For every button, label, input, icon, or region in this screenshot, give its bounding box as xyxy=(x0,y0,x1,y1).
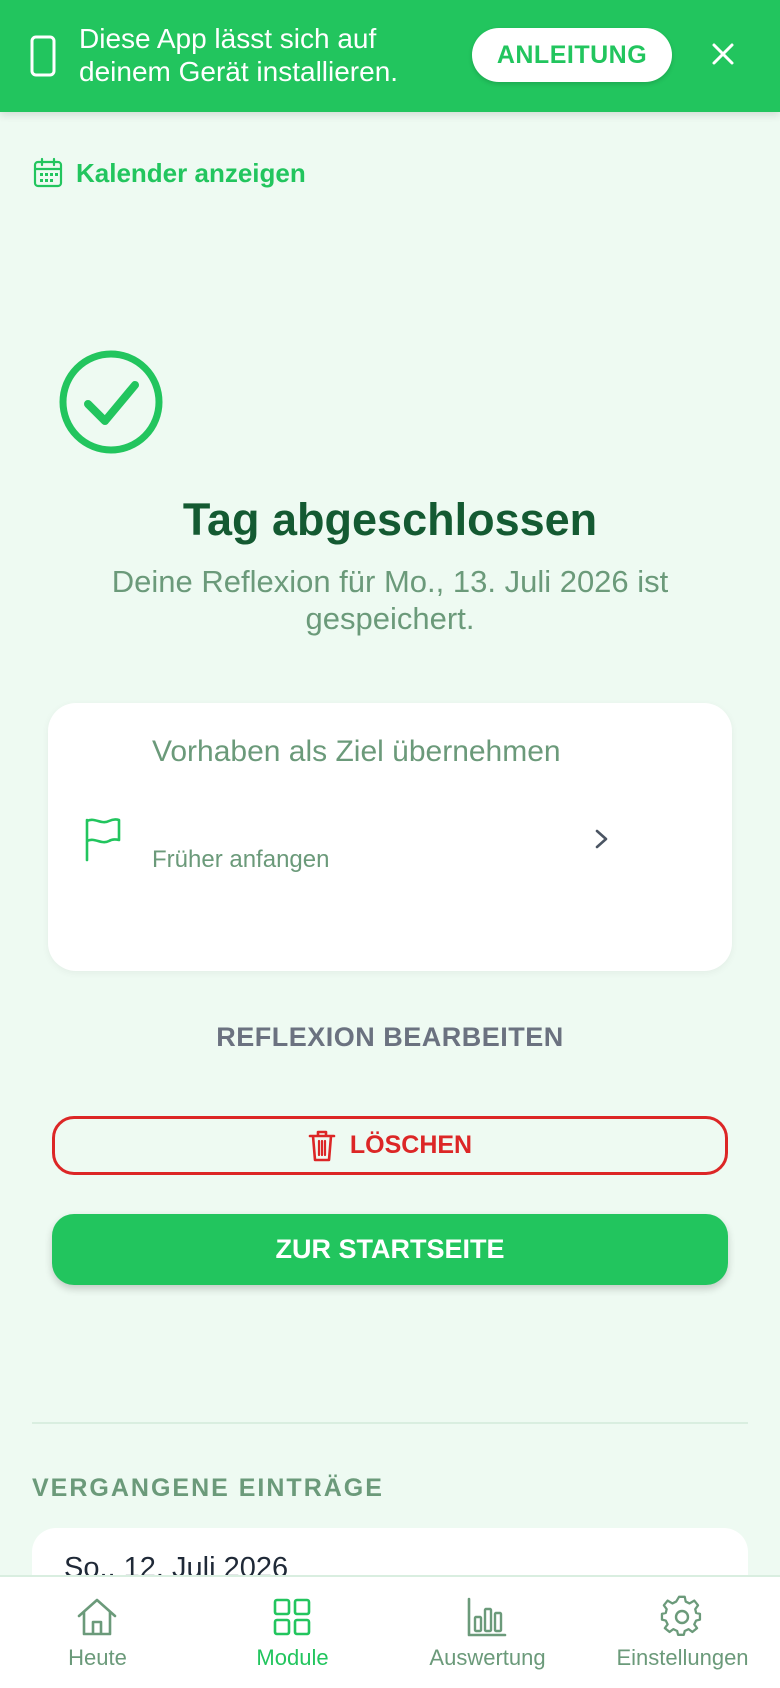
adopt-goal-title: Vorhaben als Ziel übernehmen xyxy=(152,735,561,768)
show-calendar-label: Kalender anzeigen xyxy=(76,157,306,188)
calendar-icon xyxy=(33,157,63,188)
saved-message: Deine Reflexion für Mo., 13. Juli 2026 i… xyxy=(111,564,669,636)
home-icon xyxy=(77,1598,117,1636)
bottom-navigation: Heute Module Auswertung Einstellungen xyxy=(0,1575,780,1688)
install-banner: Diese App lässt sich auf deinem Gerät in… xyxy=(0,0,780,112)
nav-item-today[interactable]: Heute xyxy=(0,1577,195,1688)
flag-icon xyxy=(85,818,121,862)
nav-label-modules: Module xyxy=(256,1645,329,1670)
page-title: Tag abgeschlossen xyxy=(182,494,598,545)
goal-item: Früher anfangen xyxy=(152,846,330,873)
guide-button[interactable]: ANLEITUNG xyxy=(472,28,672,82)
nav-item-settings[interactable]: Einstellungen xyxy=(585,1577,780,1688)
grid-icon xyxy=(273,1598,311,1636)
install-message: Diese App lässt sich auf deinem Gerät in… xyxy=(79,22,398,88)
install-message-line2: deinem Gerät installieren. xyxy=(79,56,399,87)
edit-reflection-button[interactable]: REFLEXION BEARBEITEN xyxy=(0,1022,780,1053)
chevron-right-icon[interactable] xyxy=(592,825,612,853)
nav-item-evaluation[interactable]: Auswertung xyxy=(390,1577,585,1688)
nav-label-today: Heute xyxy=(68,1645,127,1670)
divider xyxy=(32,1422,748,1424)
install-message-line1: Diese App lässt sich auf xyxy=(79,23,377,54)
nav-label-evaluation: Auswertung xyxy=(429,1645,546,1670)
delete-button[interactable]: LÖSCHEN xyxy=(52,1116,728,1175)
to-home-button[interactable]: ZUR STARTSEITE xyxy=(52,1214,728,1285)
trash-icon xyxy=(308,1130,336,1161)
check-circle-icon xyxy=(59,350,163,454)
nav-label-settings: Einstellungen xyxy=(616,1645,749,1670)
past-entries-title: VERGANGENE EINTRÄGE xyxy=(32,1474,384,1502)
gear-icon xyxy=(660,1595,702,1636)
adopt-goal-card[interactable]: Vorhaben als Ziel übernehmen Früher anfa… xyxy=(48,703,732,971)
nav-item-modules[interactable]: Module xyxy=(195,1577,390,1688)
close-icon[interactable] xyxy=(710,41,736,67)
show-calendar-link[interactable]: Kalender anzeigen xyxy=(32,156,306,190)
bar-chart-icon xyxy=(467,1597,507,1637)
smartphone-icon xyxy=(30,35,56,77)
delete-label: LÖSCHEN xyxy=(349,1131,473,1159)
